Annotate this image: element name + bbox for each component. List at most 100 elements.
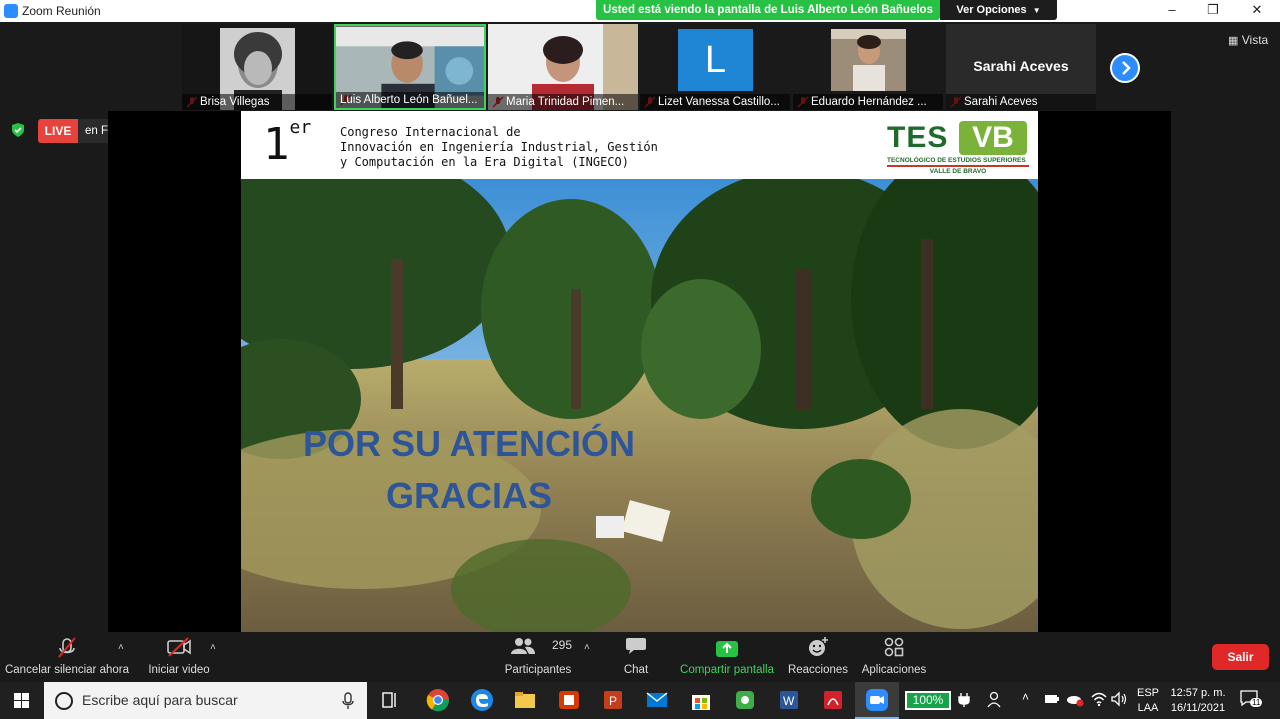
start-video-label: Iniciar video (148, 664, 210, 676)
share-screen-label: Compartir pantalla (680, 664, 774, 676)
chevron-down-icon: ▼ (1032, 6, 1041, 15)
clock-time: 12:57 p. m. (1170, 687, 1226, 699)
participant-name: Luis Alberto León Bañuel... (336, 92, 484, 108)
chrome-icon[interactable] (426, 688, 450, 712)
people-icon[interactable] (986, 690, 1004, 708)
maximize-button[interactable]: ❐ (1190, 0, 1236, 22)
zoom-taskbar-active[interactable] (855, 682, 899, 719)
chat-icon (626, 638, 646, 654)
leave-meeting-button[interactable]: Salir (1212, 644, 1269, 670)
store-icon[interactable] (689, 688, 713, 712)
video-options-caret-icon[interactable]: ˄ (210, 642, 220, 653)
conference-line: Congreso Internacional de (340, 125, 521, 139)
audio-options-caret-icon[interactable]: ˄ (118, 642, 128, 653)
search-icon (55, 692, 73, 710)
edition-number: 1 (263, 119, 290, 170)
clock-date: 16/11/2021 (1170, 702, 1226, 714)
participant-tile[interactable]: L Lizet Vanessa Castillo... (640, 24, 790, 110)
participants-label: Participantes (504, 664, 572, 676)
volume-icon[interactable] (1110, 690, 1128, 708)
encryption-shield-icon[interactable] (10, 122, 26, 138)
word-icon[interactable]: W (777, 688, 801, 712)
participants-icon (510, 638, 535, 654)
participant-tile[interactable]: Eduardo Hernández ... (793, 24, 943, 110)
apps-label: Aplicaciones (861, 664, 927, 676)
forest-photo (241, 179, 1038, 632)
minimize-button[interactable]: – (1149, 0, 1195, 22)
windows-start-icon[interactable] (0, 682, 44, 719)
camtasia-icon[interactable] (733, 688, 757, 712)
app-icon[interactable] (557, 688, 581, 712)
thanks-line-2: GRACIAS (385, 475, 552, 516)
logo-text: VB (959, 121, 1027, 155)
participant-name: Sarahi Aceves (946, 94, 1096, 110)
participant-name: Lizet Vanessa Castillo... (640, 94, 790, 110)
conference-line: Innovación en Ingeniería Industrial, Ges… (340, 140, 658, 154)
mail-icon[interactable] (645, 688, 669, 712)
grid-icon: ▦ (1228, 35, 1239, 47)
notifications-button[interactable]: 11 (1240, 690, 1263, 710)
acrobat-icon[interactable] (821, 688, 845, 712)
participant-name: Brisa Villegas (182, 94, 332, 110)
task-view-icon[interactable] (380, 690, 400, 710)
close-button[interactable]: ✕ (1234, 0, 1280, 22)
view-toggle-label: Vista (1241, 33, 1269, 47)
participants-button[interactable]: 295 Participantes (500, 632, 576, 682)
slide-header: 1er Congreso Internacional de Innovación… (241, 111, 1038, 179)
window-title: Zoom Reunión (22, 4, 101, 18)
edge-icon[interactable] (470, 688, 494, 712)
video-off-icon (167, 637, 191, 657)
participant-avatar (831, 29, 906, 91)
language-code: ESP (1136, 687, 1159, 699)
plug-icon (958, 693, 970, 707)
presentation-slide: 1er Congreso Internacional de Innovación… (241, 111, 1038, 632)
chat-button[interactable]: Chat (610, 632, 662, 682)
battery-tray-icon[interactable] (1044, 692, 1060, 706)
unmute-button[interactable]: Cancelar silenciar ahora (4, 632, 130, 682)
share-screen-button[interactable]: Compartir pantalla (676, 632, 778, 682)
notification-count: 11 (1250, 698, 1263, 707)
zoom-icon (866, 689, 888, 711)
participant-display-name: Sarahi Aceves (973, 58, 1069, 74)
logo-text: TES (887, 121, 949, 154)
unmute-label: Cancelar silenciar ahora (4, 664, 129, 676)
taskbar-search-box[interactable]: Escribe aquí para buscar (44, 682, 367, 719)
svg-text:P: P (609, 694, 617, 708)
participant-tile[interactable]: Maria Trinidad Pimen... (488, 24, 638, 110)
apps-button[interactable]: Aplicaciones (858, 632, 930, 682)
clock[interactable]: 12:57 p. m. 16/11/2021 (1166, 686, 1230, 716)
chat-label: Chat (623, 664, 649, 676)
participant-name: Eduardo Hernández ... (793, 94, 943, 110)
view-options-button[interactable]: Ver Opciones ▼ (940, 0, 1057, 20)
apps-icon (884, 637, 904, 657)
microphone-icon (342, 692, 354, 709)
input-language[interactable]: ESP LAA (1134, 686, 1162, 716)
next-page-button[interactable] (1110, 53, 1140, 83)
view-toggle[interactable]: ▦ Vista (1228, 33, 1268, 47)
tray-expand-icon[interactable]: ˄ (1022, 690, 1029, 704)
participant-tile-active-speaker[interactable]: Luis Alberto León Bañuel... (334, 24, 486, 110)
participants-caret-icon[interactable]: ˄ (584, 642, 594, 653)
edition-ordinal: er (289, 117, 312, 138)
slide-edition-number: 1er (263, 117, 312, 170)
battery-indicator[interactable]: 100% (905, 691, 951, 710)
thanks-line-1: POR SU ATENCIÓN (302, 423, 635, 464)
onedrive-error-icon[interactable] (1066, 691, 1084, 707)
start-video-button[interactable]: Iniciar video (142, 632, 216, 682)
keyboard-layout: LAA (1137, 702, 1159, 714)
tesvb-logo: TES VB TECNOLÓGICO DE ESTUDIOS SUPERIORE… (887, 121, 1029, 175)
muted-mic-icon (58, 637, 76, 658)
chevron-right-icon (1122, 61, 1131, 75)
participant-tile[interactable]: Sarahi Aceves Sarahi Aceves (946, 24, 1096, 110)
wifi-icon[interactable] (1090, 690, 1108, 708)
reactions-label: Reacciones (787, 664, 849, 676)
powerpoint-icon[interactable]: P (601, 688, 625, 712)
participant-avatar: L (678, 29, 753, 91)
reactions-button[interactable]: Reacciones (786, 632, 850, 682)
file-explorer-icon[interactable] (513, 688, 537, 712)
zoom-app-icon (4, 4, 18, 18)
logo-subtitle: VALLE DE BRAVO (929, 168, 987, 175)
live-badge: LIVE (38, 119, 78, 143)
conference-title: Congreso Internacional de Innovación en … (340, 125, 658, 170)
participant-tile[interactable]: Brisa Villegas (182, 24, 332, 110)
